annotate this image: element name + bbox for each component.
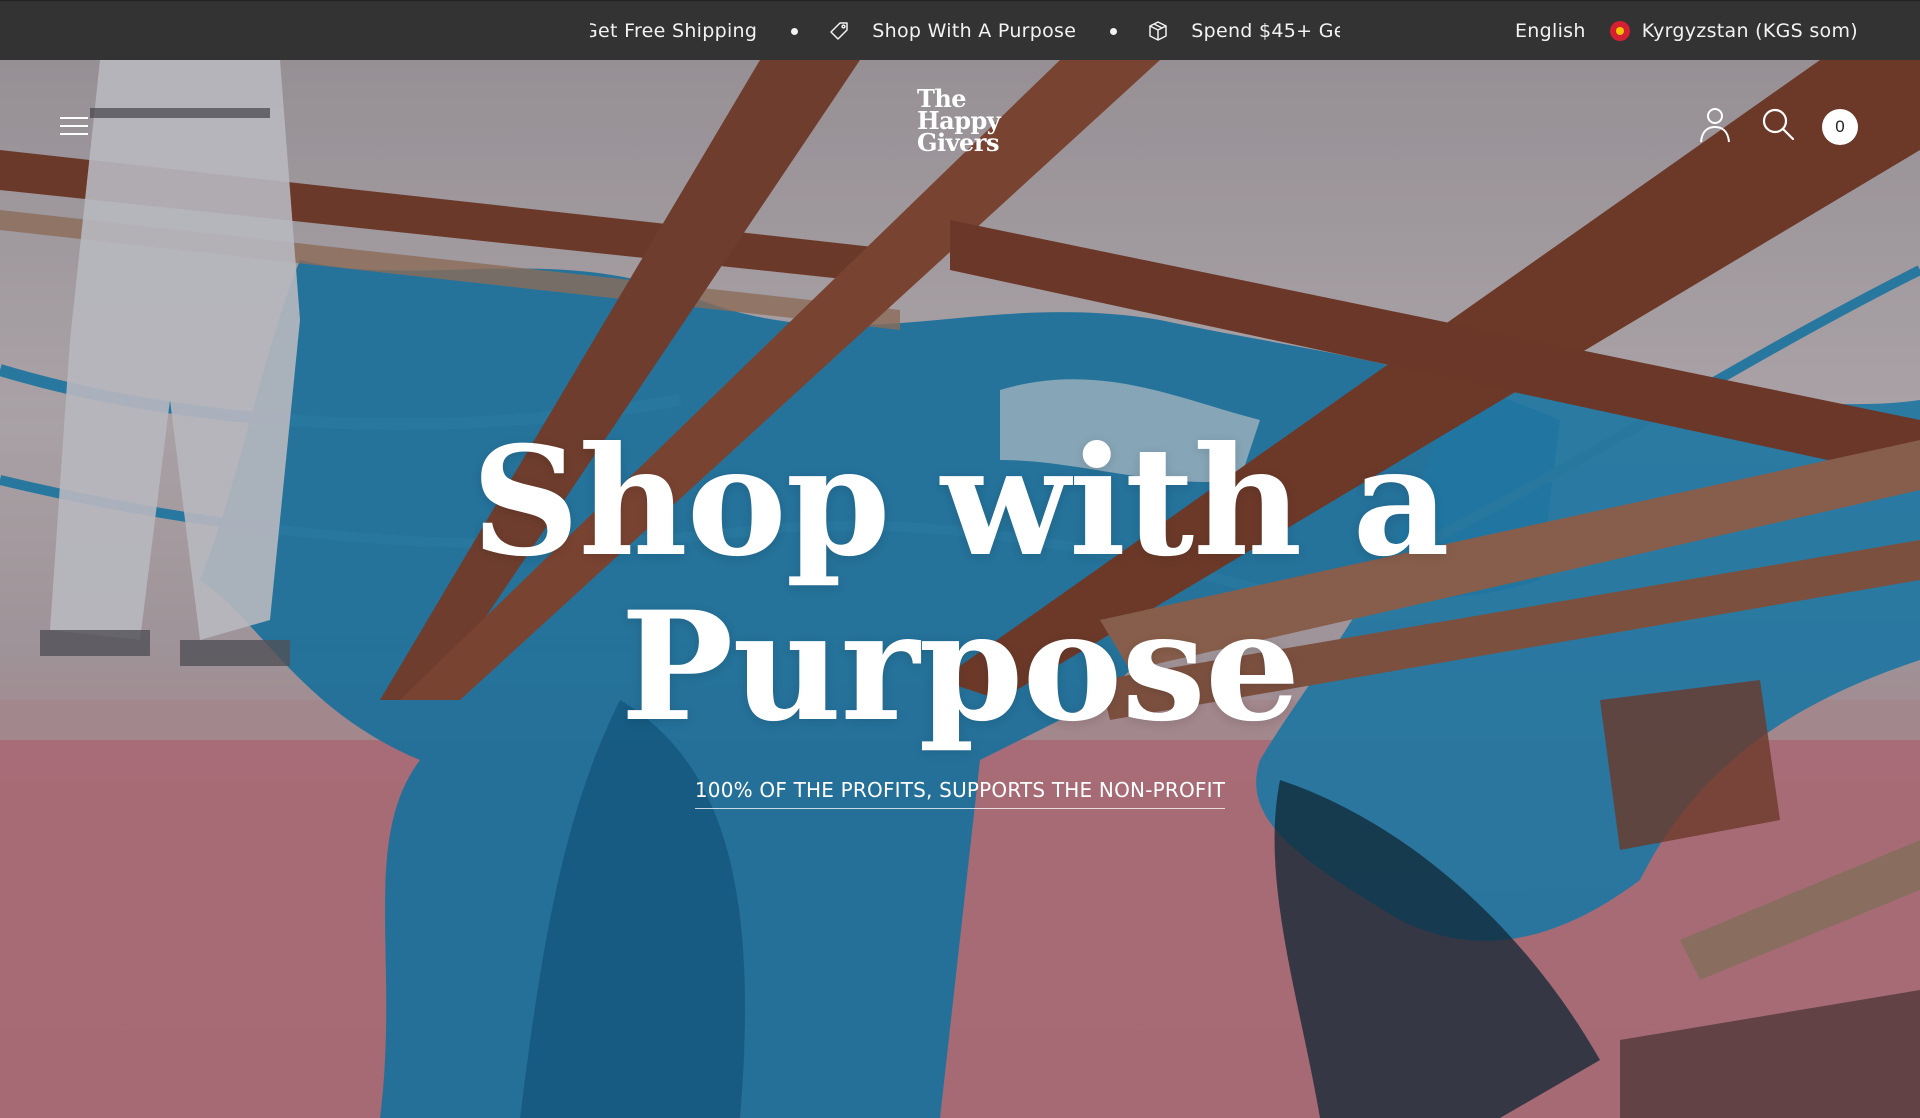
- announcement-item: Get Free Shipping: [590, 1, 757, 61]
- hero-subtitle-link[interactable]: 100% OF THE PROFITS, SUPPORTS THE NON-PR…: [694, 778, 1226, 809]
- announcement-item: Spend $45+ Get Free: [1147, 1, 1340, 61]
- cart-count: 0: [1835, 117, 1845, 136]
- search-icon[interactable]: [1760, 106, 1796, 147]
- separator-dot: [1110, 27, 1118, 35]
- announcement-text: Get Free Shipping: [590, 20, 758, 42]
- announcement-text: Shop With A Purpose: [872, 20, 1077, 42]
- country-label: Kyrgyzstan (KGS som): [1641, 20, 1858, 42]
- site-logo[interactable]: The Happy Givers: [917, 87, 1017, 157]
- site-header: The Happy Givers 0: [0, 60, 1920, 200]
- hero-title-line: Purpose: [620, 579, 1301, 755]
- announcement-bar: Get Free Shipping Shop With A Purpose Sp…: [0, 0, 1920, 60]
- hamburger-icon-line: [60, 125, 88, 127]
- menu-button[interactable]: [60, 117, 90, 139]
- cart-button[interactable]: 0: [1822, 109, 1858, 145]
- kyrgyzstan-flag-icon: [1609, 21, 1630, 41]
- hero-title: Shop with a Purpose: [0, 420, 1920, 750]
- tag-icon: [828, 20, 850, 42]
- announcement-text: Spend $45+ Get Free: [1191, 20, 1340, 42]
- hamburger-icon-line: [60, 117, 88, 119]
- logo-line: Givers: [917, 128, 999, 157]
- hero-subtitle: 100% OF THE PROFITS, SUPPORTS THE NON-PR…: [0, 778, 1920, 809]
- announcement-item: Shop With A Purpose: [828, 1, 1076, 61]
- hero-title-line: Shop with a: [471, 414, 1449, 590]
- country-selector[interactable]: Kyrgyzstan (KGS som): [1609, 20, 1858, 42]
- announcement-track: Get Free Shipping Shop With A Purpose Sp…: [590, 1, 1340, 61]
- separator-dot: [791, 27, 799, 35]
- locale-selectors: English Kyrgyzstan (KGS som): [1515, 1, 1858, 61]
- box-icon: [1147, 20, 1169, 42]
- hamburger-icon-line: [60, 133, 88, 135]
- account-icon[interactable]: [1698, 106, 1732, 149]
- language-selector[interactable]: English: [1515, 20, 1586, 42]
- announcement-marquee: Get Free Shipping Shop With A Purpose Sp…: [590, 1, 1340, 61]
